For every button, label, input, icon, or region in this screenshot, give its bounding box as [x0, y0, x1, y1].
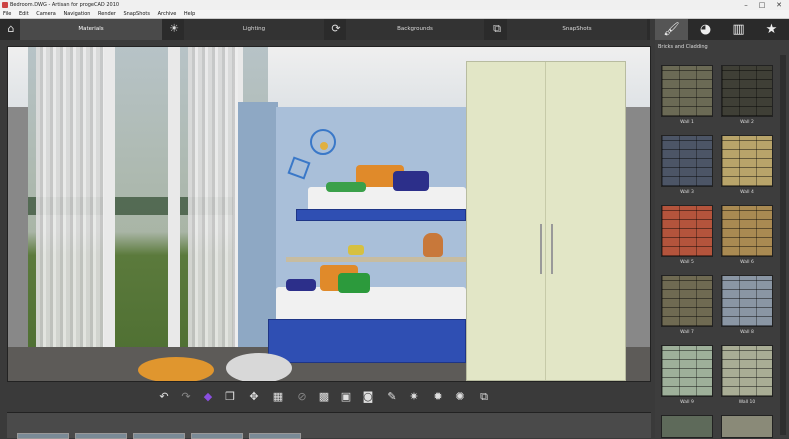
swatch-label: Wall 3 — [680, 190, 694, 195]
library-category[interactable]: Bricks and Cladding — [658, 43, 786, 52]
light-edit-icon[interactable]: ✹ — [430, 389, 446, 405]
title-bar: Bedroom.DWG - Artisan for progeCAD 2010 … — [0, 0, 789, 10]
material-swatch[interactable] — [721, 65, 773, 117]
render-viewport[interactable] — [7, 46, 651, 382]
menu-file[interactable]: File — [3, 10, 11, 19]
grid-icon[interactable]: ▦ — [270, 389, 286, 405]
teddy-bear — [423, 233, 443, 257]
wardrobe-door-right — [546, 62, 625, 380]
snapshot-strip — [7, 412, 651, 439]
shelf — [286, 257, 466, 262]
bottom-toolbar: ↶ ↷ ◆ ❒ ✥ ▦ ⊘ ▩ ▣ ◙ ✎ ✷ ✹ ✺ ⧉ — [150, 387, 500, 407]
material-swatch[interactable] — [721, 345, 773, 397]
tab-backgrounds[interactable]: Backgrounds — [346, 19, 484, 40]
pillow-navy — [393, 171, 429, 191]
light-settings-icon[interactable]: ✺ — [452, 389, 468, 405]
books-icon[interactable]: ▥ — [722, 19, 755, 40]
disabled-icon[interactable]: ⊘ — [294, 389, 310, 405]
library-tabs: 🖌 ◕ ▥ ★ — [655, 19, 789, 40]
snapshot-icon[interactable]: ⧉ — [489, 21, 505, 37]
wardrobe-handle — [540, 224, 542, 274]
pattern-icon[interactable]: ▩ — [316, 389, 332, 405]
clock-center — [320, 142, 328, 150]
frame-icon[interactable]: ▣ — [338, 389, 354, 405]
undo-icon[interactable]: ↶ — [156, 389, 172, 405]
pillow-green — [326, 182, 366, 192]
lightbulb-icon[interactable]: ☀ — [166, 21, 182, 37]
minimize-button[interactable]: – — [738, 0, 754, 10]
wardrobe-door-left — [467, 62, 546, 380]
pillow-navy-lower — [286, 279, 316, 291]
tab-materials[interactable]: Materials — [20, 19, 162, 40]
palette-icon[interactable]: ◕ — [689, 19, 722, 40]
preview-icon[interactable]: ⧉ — [476, 389, 492, 405]
app-icon — [2, 2, 8, 8]
silver-stool — [226, 353, 292, 381]
window-frame — [103, 47, 115, 381]
background-icon[interactable]: ⟳ — [328, 21, 344, 37]
lower-bed — [268, 319, 466, 363]
menu-navigation[interactable]: Navigation — [63, 10, 90, 19]
light-add-icon[interactable]: ✷ — [406, 389, 422, 405]
swatch-label: Wall 9 — [680, 400, 694, 405]
material-swatch[interactable] — [721, 135, 773, 187]
close-button[interactable]: ✕ — [771, 0, 787, 10]
material-swatch[interactable] — [721, 205, 773, 257]
material-swatch[interactable] — [661, 275, 713, 327]
snapshot-thumbnail[interactable] — [249, 433, 301, 439]
brush-icon[interactable]: 🖌 — [655, 19, 688, 40]
material-swatch[interactable] — [661, 415, 713, 438]
swatch-label: Wall 5 — [680, 260, 694, 265]
swatch-label: Wall 7 — [680, 330, 694, 335]
material-swatch[interactable] — [721, 415, 773, 438]
maximize-button[interactable]: □ — [754, 0, 770, 10]
swatch-label: Wall 1 — [680, 120, 694, 125]
snapshot-thumbnail[interactable] — [75, 433, 127, 439]
tab-lighting[interactable]: Lighting — [184, 19, 324, 40]
swatch-label: Wall 4 — [740, 190, 754, 195]
upper-bunk — [296, 209, 466, 221]
orange-stool — [138, 357, 214, 381]
snapshot-thumbnail[interactable] — [191, 433, 243, 439]
material-swatch[interactable] — [661, 135, 713, 187]
material-icon[interactable]: ◆ — [200, 389, 216, 405]
main-tabs: ⌂ Materials ☀ Lighting ⟳ Backgrounds ⧉ S… — [0, 19, 650, 40]
wardrobe — [466, 61, 626, 381]
menu-bar: File Edit Camera Navigation Render SnapS… — [0, 10, 789, 19]
window-title: Bedroom.DWG - Artisan for progeCAD 2010 — [10, 2, 120, 8]
swatch-label: Wall 6 — [740, 260, 754, 265]
swatch-label: Wall 10 — [738, 400, 756, 405]
window-frame — [168, 47, 180, 381]
menu-edit[interactable]: Edit — [19, 10, 29, 19]
material-swatch[interactable] — [661, 65, 713, 117]
material-swatch[interactable] — [661, 345, 713, 397]
snapshot-thumbnail[interactable] — [133, 433, 185, 439]
move-icon[interactable]: ✥ — [246, 389, 262, 405]
material-library-panel: 🖌 ◕ ▥ ★ Bricks and Cladding Wall 1 Wall … — [655, 19, 789, 438]
swatch-label: Wall 8 — [740, 330, 754, 335]
house-icon[interactable]: ⌂ — [3, 21, 19, 37]
menu-render[interactable]: Render — [98, 10, 116, 19]
star-icon[interactable]: ★ — [755, 19, 788, 40]
library-scrollbar[interactable] — [780, 55, 786, 435]
toy-car — [348, 245, 364, 255]
material-swatch[interactable] — [721, 275, 773, 327]
material-swatch[interactable] — [661, 205, 713, 257]
menu-help[interactable]: Help — [184, 10, 195, 19]
menu-archive[interactable]: Archive — [158, 10, 177, 19]
tab-snapshots[interactable]: SnapShots — [507, 19, 647, 40]
menu-snapshots[interactable]: SnapShots — [123, 10, 150, 19]
menu-camera[interactable]: Camera — [36, 10, 56, 19]
curtain-right — [188, 47, 238, 381]
pillow-green-lower — [338, 273, 370, 293]
snapshot-thumbnail[interactable] — [17, 433, 69, 439]
cube-icon[interactable]: ❒ — [222, 389, 238, 405]
redo-icon[interactable]: ↷ — [178, 389, 194, 405]
wardrobe-handle — [551, 224, 553, 274]
eyedropper-icon[interactable]: ✎ — [384, 389, 400, 405]
swatch-label: Wall 2 — [740, 120, 754, 125]
camera-icon[interactable]: ◙ — [360, 389, 376, 405]
curtain-left — [36, 47, 104, 381]
